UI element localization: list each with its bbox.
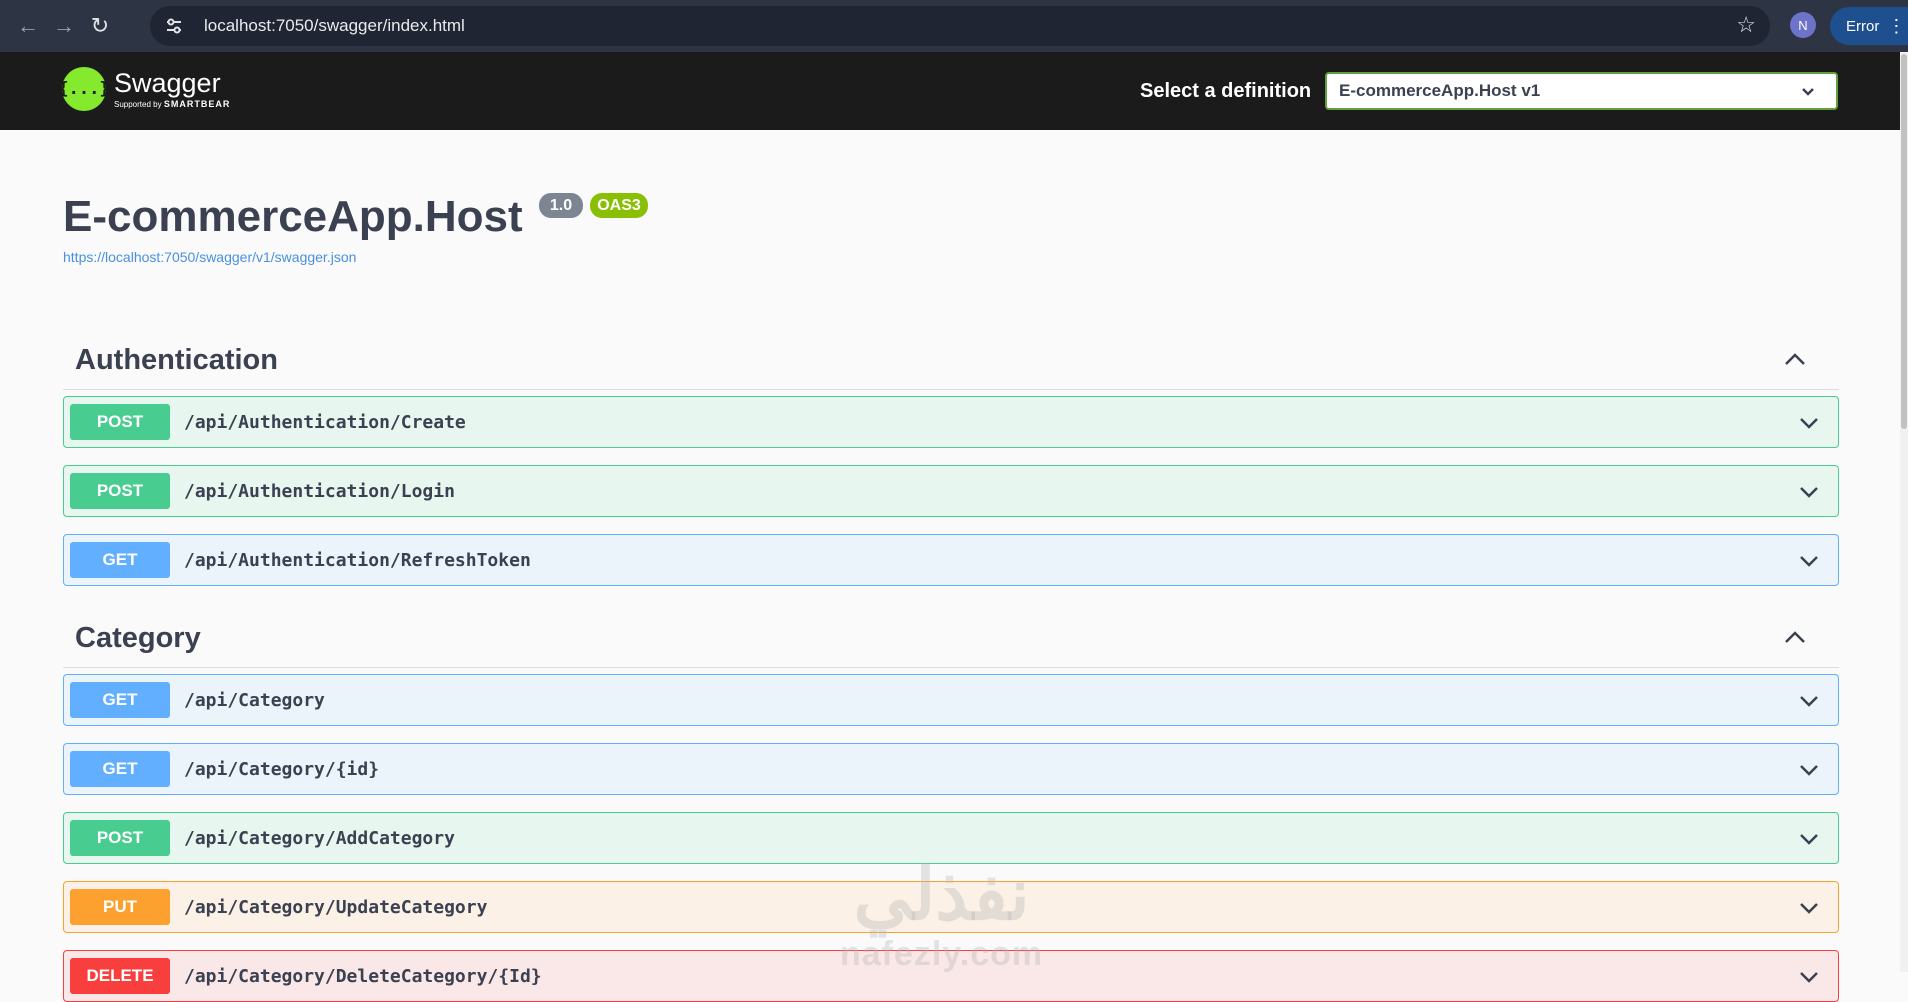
api-title: E-commerceApp.Host — [63, 192, 523, 241]
chevron-up-icon[interactable] — [1783, 628, 1807, 648]
version-badge: 1.0 — [539, 193, 583, 218]
definition-select-value: E-commerceApp.Host v1 — [1339, 81, 1541, 100]
operation-row[interactable]: POST /api/Authentication/Login — [63, 465, 1839, 517]
chevron-up-icon[interactable] — [1783, 350, 1807, 370]
method-badge: GET — [70, 542, 170, 578]
forward-button[interactable]: → — [46, 8, 82, 44]
chevron-down-icon[interactable] — [1798, 898, 1820, 918]
profile-avatar[interactable]: N — [1790, 12, 1816, 38]
chevron-down-icon[interactable] — [1798, 413, 1820, 433]
operation-row[interactable]: POST /api/Authentication/Create — [63, 396, 1839, 448]
tag-name: Category — [75, 622, 201, 654]
operation-row[interactable]: PUT /api/Category/UpdateCategory — [63, 881, 1839, 933]
chevron-down-icon — [1802, 88, 1814, 96]
kebab-menu-icon: ⋮ — [1887, 15, 1906, 36]
swagger-main: E-commerceApp.Host 1.0 OAS3 https://loca… — [0, 130, 1900, 1002]
swagger-logo[interactable]: {...} Swagger Supported by SMARTBEAR — [58, 67, 230, 111]
definition-label: Select a definition — [1140, 80, 1312, 102]
logo-title: Swagger — [114, 67, 221, 98]
tag-section-authentication: Authentication POST /api/Authentication/… — [63, 332, 1839, 586]
logo-sub-brand: SMARTBEAR — [163, 98, 231, 109]
swagger-logo-icon: {...} — [58, 67, 110, 111]
operation-path: /api/Category — [184, 689, 325, 711]
operation-path: /api/Category/AddCategory — [184, 827, 455, 849]
error-menu-button[interactable]: Error ⋮ — [1830, 7, 1908, 45]
oas-badge: OAS3 — [590, 193, 648, 218]
operation-path: /api/Authentication/Create — [184, 411, 466, 433]
tag-name: Authentication — [75, 344, 278, 376]
bookmark-star-icon[interactable]: ☆ — [1736, 12, 1756, 38]
operation-path: /api/Category/DeleteCategory/{Id} — [184, 965, 542, 987]
operation-path: /api/Category/{id} — [184, 758, 380, 780]
logo-sub-prefix: Supported by — [114, 99, 162, 109]
tag-header-authentication[interactable]: Authentication — [63, 332, 1839, 390]
site-settings-button[interactable] — [154, 6, 194, 46]
tag-header-category[interactable]: Category — [63, 610, 1839, 668]
swagger-topbar: {...} Swagger Supported by SMARTBEAR Sel… — [0, 52, 1908, 130]
chevron-down-icon[interactable] — [1798, 760, 1820, 780]
chevron-down-icon[interactable] — [1798, 551, 1820, 571]
chevron-down-icon[interactable] — [1798, 967, 1820, 987]
logo-subtitle: Supported by SMARTBEAR — [114, 99, 230, 109]
operation-path: /api/Authentication/Login — [184, 480, 455, 502]
back-button[interactable]: ← — [10, 8, 46, 44]
reload-button[interactable]: ↻ — [82, 8, 118, 44]
operation-row[interactable]: DELETE /api/Category/DeleteCategory/{Id} — [63, 950, 1839, 1002]
method-badge: PUT — [70, 889, 170, 925]
method-badge: GET — [70, 682, 170, 718]
operation-path: /api/Authentication/RefreshToken — [184, 549, 531, 571]
address-bar[interactable]: localhost:7050/swagger/index.html ☆ — [150, 6, 1770, 46]
arrow-left-icon: ← — [17, 13, 39, 38]
error-label: Error — [1846, 17, 1880, 35]
tune-icon — [167, 18, 181, 34]
chevron-down-icon[interactable] — [1798, 691, 1820, 711]
chevron-down-icon[interactable] — [1798, 829, 1820, 849]
method-badge: POST — [70, 473, 170, 509]
browser-toolbar: ← → ↻ localhost:7050/swagger/index.html … — [0, 0, 1908, 52]
definition-select[interactable]: E-commerceApp.Host v1 — [1325, 72, 1838, 110]
tag-section-category: Category GET /api/Category GET /api/Cate… — [63, 610, 1839, 1002]
operation-row[interactable]: GET /api/Category/{id} — [63, 743, 1839, 795]
chevron-down-icon[interactable] — [1798, 482, 1820, 502]
reload-icon: ↻ — [90, 13, 110, 38]
method-badge: POST — [70, 820, 170, 856]
page-scrollbar[interactable] — [1900, 52, 1908, 972]
operation-row[interactable]: POST /api/Category/AddCategory — [63, 812, 1839, 864]
url-text[interactable]: localhost:7050/swagger/index.html — [204, 16, 465, 36]
scrollbar-thumb[interactable] — [1901, 54, 1907, 429]
operation-path: /api/Category/UpdateCategory — [184, 896, 488, 918]
arrow-right-icon: → — [53, 13, 75, 38]
spec-url-link[interactable]: https://localhost:7050/swagger/v1/swagge… — [63, 249, 356, 265]
operation-row[interactable]: GET /api/Category — [63, 674, 1839, 726]
method-badge: GET — [70, 751, 170, 787]
operation-row[interactable]: GET /api/Authentication/RefreshToken — [63, 534, 1839, 586]
method-badge: POST — [70, 404, 170, 440]
method-badge: DELETE — [70, 958, 170, 994]
